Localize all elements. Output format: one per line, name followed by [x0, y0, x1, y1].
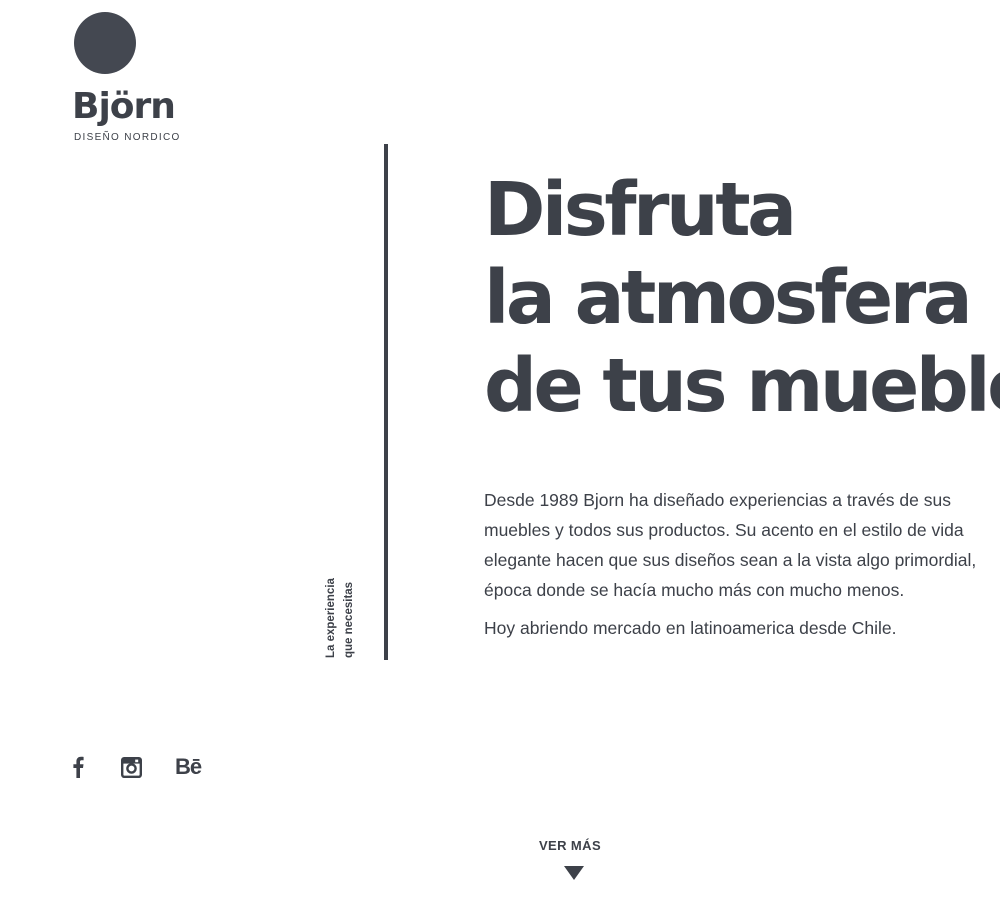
triangle-down-icon: [564, 866, 584, 880]
intro-paragraph-1: Desde 1989 Bjorn ha diseñado experiencia…: [484, 485, 1000, 605]
hero-title-line-1: Disfruta: [484, 167, 797, 253]
side-caption-line-1: La experiencia: [325, 578, 337, 658]
intro-text: Desde 1989 Bjorn ha diseñado experiencia…: [484, 485, 1000, 643]
hero-title-line-2: la atmosfera: [484, 255, 973, 341]
intro-line: elegante hacen que sus diseños sean a la…: [484, 550, 977, 570]
brand-name[interactable]: Björn: [72, 84, 176, 130]
facebook-icon: [73, 756, 84, 778]
behance-link[interactable]: Bē: [172, 754, 204, 780]
side-caption-line-2: que necesitas: [343, 581, 355, 658]
see-more-label: VER MÁS: [538, 838, 602, 853]
hero-title: Disfruta la atmosfera de tus muebles: [484, 166, 1000, 430]
brand-tagline: DISEÑO NORDICO: [74, 132, 181, 143]
vertical-divider: [384, 144, 388, 660]
intro-line: época donde se hacía mucho más con mucho…: [484, 580, 905, 600]
intro-line: Desde 1989 Bjorn ha diseñado experiencia…: [484, 490, 951, 510]
facebook-link[interactable]: [68, 754, 88, 780]
side-caption: La experiencia que necesitas: [322, 538, 358, 658]
see-more-button[interactable]: VER MÁS: [530, 836, 610, 880]
instagram-icon: [120, 756, 142, 778]
intro-paragraph-2: Hoy abriendo mercado en latinoamerica de…: [484, 618, 897, 638]
logo-circle[interactable]: [74, 12, 136, 74]
intro-line: muebles y todos sus productos. Su acento…: [484, 520, 964, 540]
hero-title-line-3: de tus muebles: [484, 343, 1000, 429]
instagram-link[interactable]: [120, 754, 142, 780]
behance-icon: Bē: [174, 754, 202, 779]
